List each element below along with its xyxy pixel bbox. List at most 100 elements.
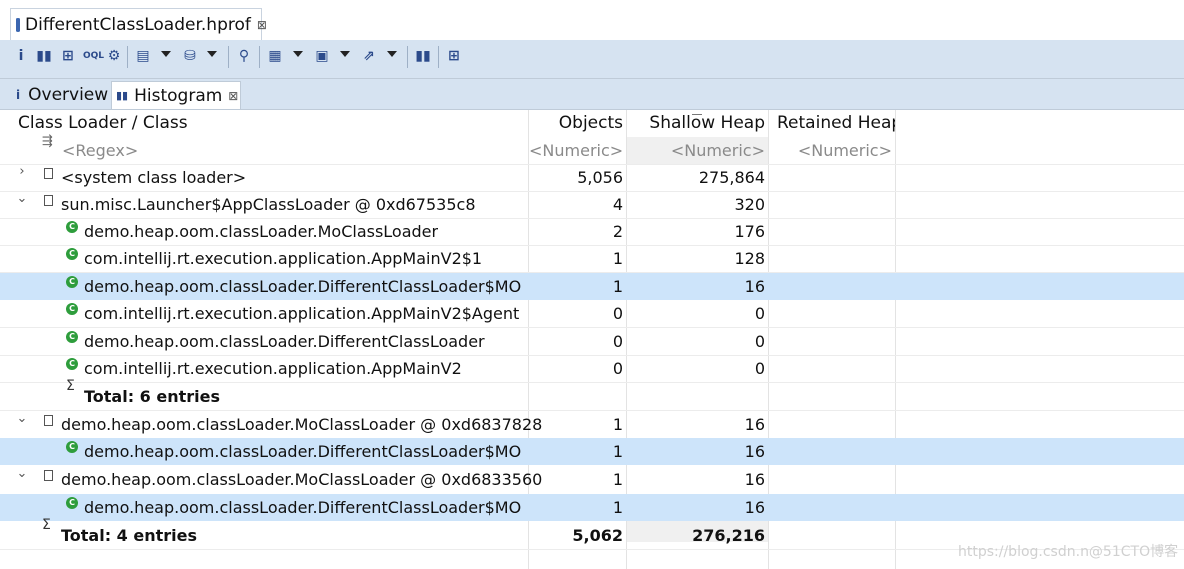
- row-objects: 1: [612, 470, 623, 489]
- class-icon: C: [66, 358, 78, 370]
- editor-tab-title: DifferentClassLoader.hprof: [25, 14, 251, 35]
- row-objects: 2: [612, 222, 623, 241]
- chevron-down-icon[interactable]: [161, 51, 171, 57]
- table-row-selected[interactable]: C demo.heap.oom.classLoader.DifferentCla…: [0, 438, 1184, 465]
- subtab-bar: i Overview ▮▮ Histogram ⊠: [0, 79, 1184, 110]
- toolbar-separator: [259, 46, 260, 68]
- compare-icon[interactable]: ▮▮: [414, 47, 432, 65]
- class-icon: C: [66, 221, 78, 233]
- regex-filter-input[interactable]: <Regex>: [0, 137, 529, 164]
- chevron-down-icon[interactable]: [207, 51, 217, 57]
- row-retained-heap: [768, 245, 895, 272]
- export-icon[interactable]: ⇗: [360, 47, 378, 65]
- editor-tab-hprof[interactable]: DifferentClassLoader.hprof ⊠: [10, 8, 267, 40]
- dominator-tree-icon[interactable]: ⊞: [59, 47, 77, 65]
- row-name: demo.heap.oom.classLoader.DifferentClass…: [84, 332, 485, 351]
- row-shallow-heap: 0: [754, 304, 765, 323]
- row-objects: 1: [612, 498, 623, 517]
- table-header: Class Loader / Class Objects Shallow Hea…: [0, 110, 1184, 137]
- row-retained-heap: [768, 411, 895, 438]
- table-row[interactable]: ⌄ sun.misc.Launcher$AppClassLoader @ 0xd…: [0, 191, 1184, 218]
- search-icon[interactable]: ⚲: [235, 47, 253, 65]
- row-name: demo.heap.oom.classLoader.MoClassLoader …: [61, 470, 543, 489]
- row-objects: 1: [612, 415, 623, 434]
- row-retained-heap: [768, 383, 895, 410]
- column-header-objects[interactable]: Objects: [529, 110, 626, 137]
- gear-icon[interactable]: ⚙: [105, 47, 123, 65]
- row-shallow-heap: 320: [734, 195, 765, 214]
- histogram-icon[interactable]: ▮▮: [35, 47, 53, 65]
- row-shallow-heap: 275,864: [698, 168, 765, 187]
- column-header-retained-heap[interactable]: Retained Heap: [768, 110, 895, 137]
- row-objects: 5,056: [577, 168, 623, 187]
- row-objects: [529, 383, 626, 410]
- chevron-down-icon[interactable]: [340, 51, 350, 57]
- group-by-icon[interactable]: ▦: [266, 47, 284, 65]
- toolbar-separator: [407, 46, 408, 68]
- row-name: Total: 6 entries: [84, 387, 221, 406]
- histogram-icon: ▮▮: [116, 89, 129, 102]
- column-header-class[interactable]: Class Loader / Class: [0, 110, 529, 137]
- row-name: com.intellij.rt.execution.application.Ap…: [84, 359, 462, 378]
- tab-overview[interactable]: i Overview: [14, 81, 108, 109]
- chevron-right-icon[interactable]: ›: [16, 164, 28, 179]
- toolbar-separator: [228, 46, 229, 68]
- info-icon[interactable]: i: [12, 47, 30, 65]
- chevron-down-icon[interactable]: ⌄: [16, 191, 28, 206]
- chevron-down-icon[interactable]: [387, 51, 397, 57]
- tab-histogram[interactable]: ▮▮ Histogram ⊠: [111, 81, 241, 109]
- table-row[interactable]: ⌄ demo.heap.oom.classLoader.MoClassLoade…: [0, 411, 1184, 438]
- row-retained-heap: [768, 273, 895, 300]
- row-retained-heap: [768, 218, 895, 245]
- class-icon: C: [66, 276, 78, 288]
- shallow-filter-input[interactable]: <Numeric>: [626, 137, 768, 164]
- table-row[interactable]: C com.intellij.rt.execution.application.…: [0, 245, 1184, 272]
- row-shallow-heap: 16: [744, 498, 765, 517]
- subtotal-row[interactable]: Σ Total: 6 entries: [0, 378, 1184, 410]
- row-objects: 1: [612, 249, 623, 268]
- chevron-down-icon[interactable]: ⌄: [16, 466, 28, 481]
- oql-icon[interactable]: OQL: [83, 47, 104, 65]
- chevron-down-icon[interactable]: ⌄: [16, 411, 28, 426]
- table-row[interactable]: ⌄ demo.heap.oom.classLoader.MoClassLoade…: [0, 466, 1184, 493]
- calculator-icon[interactable]: ▣: [313, 47, 331, 65]
- table-row[interactable]: C com.intellij.rt.execution.application.…: [0, 300, 1184, 327]
- row-retained-heap: [768, 466, 895, 493]
- retained-filter-input[interactable]: <Numeric>: [768, 137, 895, 164]
- table-row[interactable]: C demo.heap.oom.classLoader.MoClassLoade…: [0, 218, 1184, 245]
- row-objects: 1: [612, 277, 623, 296]
- row-shallow-heap: 176: [734, 222, 765, 241]
- tab-overview-label: Overview: [28, 85, 109, 105]
- run-report-icon[interactable]: ▤: [134, 47, 152, 65]
- close-icon[interactable]: ⊠: [228, 89, 238, 103]
- info-icon: i: [16, 88, 21, 102]
- row-name: demo.heap.oom.classLoader.MoClassLoader: [84, 222, 439, 241]
- row-retained-heap: [768, 438, 895, 465]
- watermark: https://blog.csdn.n@51CTO博客: [958, 544, 1179, 560]
- row-shallow-heap: 0: [754, 359, 765, 378]
- pin-icon[interactable]: ⊞: [445, 47, 463, 65]
- objects-filter-input[interactable]: <Numeric>: [529, 137, 626, 164]
- sigma-icon: Σ: [66, 378, 75, 394]
- row-shallow-heap: 16: [744, 470, 765, 489]
- query-browser-icon[interactable]: ⛁: [181, 47, 199, 65]
- row-name: demo.heap.oom.classLoader.DifferentClass…: [84, 498, 522, 517]
- table-row[interactable]: C com.intellij.rt.execution.application.…: [0, 355, 1184, 382]
- sort-indicator-icon: [692, 108, 702, 115]
- row-retained-heap: [768, 164, 895, 191]
- class-loader-icon: [44, 195, 53, 206]
- table-row[interactable]: C demo.heap.oom.classLoader.DifferentCla…: [0, 328, 1184, 355]
- row-name: sun.misc.Launcher$AppClassLoader @ 0xd67…: [61, 195, 476, 214]
- chevron-down-icon[interactable]: [293, 51, 303, 57]
- close-icon[interactable]: ⊠: [257, 18, 267, 32]
- class-icon: C: [66, 441, 78, 453]
- table-row-selected[interactable]: C demo.heap.oom.classLoader.DifferentCla…: [0, 273, 1184, 300]
- toolbar-separator: [127, 46, 128, 68]
- row-name: Total: 4 entries: [61, 526, 198, 545]
- row-objects: 0: [612, 359, 623, 378]
- filter-row: ⇶ <Regex> <Numeric> <Numeric> <Numeric>: [0, 134, 1184, 164]
- table-row-selected[interactable]: C demo.heap.oom.classLoader.DifferentCla…: [0, 494, 1184, 521]
- database-icon: [16, 17, 20, 32]
- table-row[interactable]: › <system class loader> 5,056 275,864: [0, 164, 1184, 191]
- toolbar: i ▮▮ ⊞ OQL ⚙ ▤ ⛁ ⚲ ▦ ▣ ⇗ ▮▮ ⊞: [0, 40, 1184, 79]
